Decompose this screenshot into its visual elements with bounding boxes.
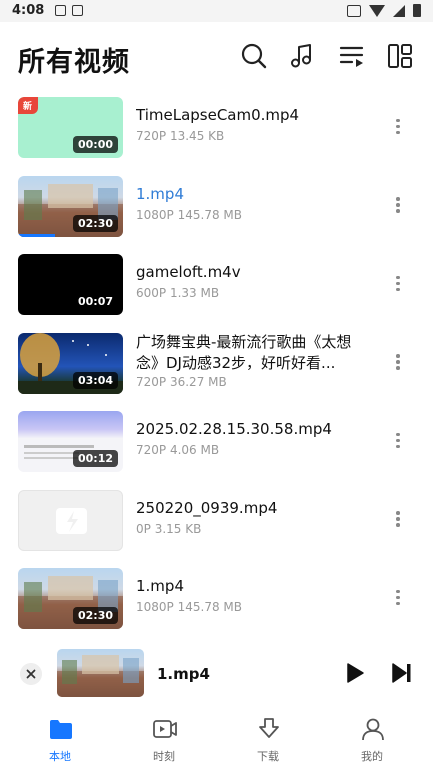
- music-icon[interactable]: [288, 42, 316, 70]
- tab-label: 时刻: [153, 750, 175, 763]
- video-thumbnail: 02:30: [18, 568, 123, 629]
- close-icon[interactable]: [20, 663, 42, 685]
- video-title: 2025.02.28.15.30.58.mp4: [136, 420, 332, 438]
- player-title: 1.mp4: [157, 665, 210, 683]
- video-title: gameloft.m4v: [136, 263, 241, 281]
- duration-badge: 00:07: [72, 293, 118, 310]
- more-options-icon[interactable]: [390, 587, 406, 611]
- video-title: 1.mp4: [136, 184, 184, 203]
- status-bar: 4:08: [0, 0, 433, 22]
- video-thumbnail: 00:07: [18, 254, 123, 315]
- duration-badge: 03:04: [72, 371, 118, 389]
- battery-icon: [413, 4, 421, 17]
- video-size: 3.15 KB: [154, 521, 202, 536]
- video-meta: 1080P 145.78 MB: [136, 208, 242, 222]
- bottom-nav: 本地 时刻 下载 我的: [0, 706, 433, 769]
- more-options-icon[interactable]: [390, 430, 406, 454]
- broken-video-icon: [56, 507, 87, 534]
- video-item[interactable]: 02:30 1.mp4 1080P 145.78 MB: [0, 171, 433, 250]
- notification-icons: [55, 5, 83, 16]
- tab-label: 本地: [49, 750, 71, 763]
- video-meta: 720P 13.45 KB: [136, 129, 224, 143]
- duration-badge: 02:30: [72, 607, 118, 624]
- signal-icon: [393, 4, 405, 17]
- video-resolution: 1080P: [136, 600, 174, 614]
- page-title: 所有视频: [18, 47, 130, 78]
- video-title: 250220_0939.mp4: [136, 498, 278, 517]
- new-badge: 新: [18, 97, 39, 114]
- video-size: 145.78 MB: [177, 207, 242, 222]
- video-resolution: 600P: [136, 286, 167, 300]
- notification-icon: [72, 5, 83, 16]
- video-size: 36.27 MB: [169, 374, 227, 389]
- video-item[interactable]: 03:04 广场舞宝典-最新流行歌曲《太想念》DJ动感32步，好听好看... 7…: [0, 328, 433, 407]
- more-options-icon[interactable]: [390, 352, 406, 376]
- video-size: 13.45 KB: [169, 129, 225, 143]
- tab-moments[interactable]: 时刻: [110, 706, 218, 769]
- video-list: 新 00:00 TimeLapseCam0.mp4 720P 13.45 KB …: [0, 92, 433, 642]
- video-thumbnail: 新 00:00: [18, 97, 123, 158]
- video-meta: 1080P 145.78 MB: [136, 600, 242, 614]
- more-options-icon[interactable]: [390, 195, 406, 219]
- system-icons: [347, 4, 421, 17]
- watch-progress: [18, 233, 55, 237]
- folder-icon: [50, 720, 72, 739]
- video-resolution: 720P: [136, 374, 167, 389]
- duration-badge: 00:00: [72, 136, 118, 153]
- mini-player[interactable]: 1.mp4: [0, 640, 433, 706]
- video-meta: 600P 1.33 MB: [136, 286, 219, 300]
- app-header: 所有视频: [0, 22, 433, 92]
- tab-download[interactable]: 下载: [214, 706, 322, 769]
- video-title: 广场舞宝典-最新流行歌曲《太想念》DJ动感32步，好听好看...: [136, 332, 352, 372]
- room-illustration: [57, 655, 144, 697]
- video-title: TimeLapseCam0.mp4: [136, 106, 300, 124]
- video-resolution: 0P: [136, 521, 151, 536]
- video-size: 1.33 MB: [169, 286, 220, 300]
- profile-icon: [362, 718, 384, 741]
- tab-label: 我的: [361, 750, 383, 763]
- duration-badge: 00:12: [72, 450, 118, 467]
- tab-profile[interactable]: 我的: [318, 706, 426, 769]
- video-resolution: 720P: [136, 129, 167, 143]
- playlist-icon[interactable]: [338, 42, 366, 70]
- notification-icon: [55, 5, 66, 16]
- video-resolution: 720P: [136, 443, 167, 457]
- vibrate-icon: [347, 4, 361, 17]
- player-thumbnail[interactable]: [57, 649, 144, 697]
- video-thumbnail: 00:12: [18, 411, 123, 472]
- tab-label: 下载: [257, 750, 279, 763]
- video-title: 1.mp4: [136, 577, 184, 595]
- download-icon: [259, 718, 279, 738]
- video-resolution: 1080P: [136, 207, 174, 222]
- more-options-icon[interactable]: [390, 116, 406, 140]
- video-moments-icon: [153, 720, 177, 738]
- video-item[interactable]: 250220_0939.mp4 0P 3.15 KB: [0, 485, 433, 564]
- video-item[interactable]: 新 00:00 TimeLapseCam0.mp4 720P 13.45 KB: [0, 92, 433, 171]
- more-options-icon[interactable]: [390, 273, 406, 297]
- play-icon[interactable]: [344, 662, 366, 684]
- more-options-icon[interactable]: [390, 509, 406, 533]
- video-size: 4.06 MB: [169, 443, 220, 457]
- video-thumbnail: 03:04: [18, 332, 123, 394]
- search-icon[interactable]: [240, 42, 268, 70]
- status-time: 4:08: [12, 3, 45, 18]
- next-track-icon[interactable]: [391, 662, 413, 684]
- video-thumbnail: [18, 489, 123, 551]
- video-size: 145.78 MB: [177, 600, 242, 614]
- wifi-icon: [369, 4, 385, 17]
- video-meta: 720P 36.27 MB: [136, 375, 227, 389]
- video-thumbnail: 02:30: [18, 175, 123, 237]
- video-meta: 720P 4.06 MB: [136, 443, 219, 457]
- tab-local[interactable]: 本地: [6, 706, 114, 769]
- video-item[interactable]: 00:07 gameloft.m4v 600P 1.33 MB: [0, 249, 433, 328]
- duration-badge: 02:30: [72, 214, 118, 232]
- video-item[interactable]: 02:30 1.mp4 1080P 145.78 MB: [0, 563, 433, 642]
- layout-grid-icon[interactable]: [386, 42, 414, 70]
- video-item[interactable]: 00:12 2025.02.28.15.30.58.mp4 720P 4.06 …: [0, 406, 433, 485]
- video-meta: 0P 3.15 KB: [136, 522, 201, 536]
